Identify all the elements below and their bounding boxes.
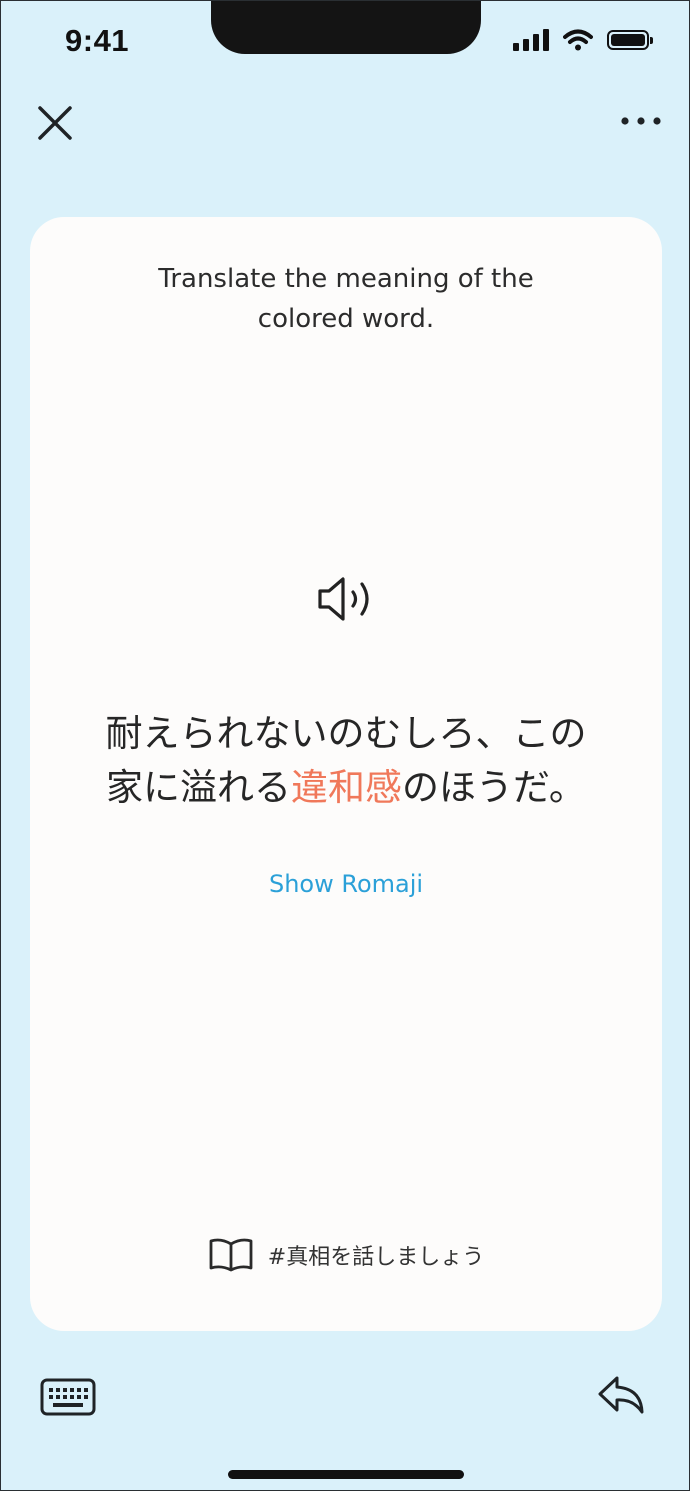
close-icon: [38, 106, 72, 140]
status-icons: [513, 29, 653, 51]
source-tag[interactable]: #真相を話しましょう: [30, 1237, 662, 1273]
exercise-card: Translate the meaning of the colored wor…: [30, 217, 662, 1331]
keyboard-icon: [40, 1378, 96, 1416]
keyboard-button[interactable]: [39, 1375, 97, 1419]
reply-icon: [598, 1376, 644, 1414]
sentence-line-1: 耐えられないのむしろ、この: [105, 712, 587, 755]
show-romaji-link[interactable]: Show Romaji: [30, 870, 662, 898]
status-time: 9:41: [65, 23, 130, 58]
instruction-text: Translate the meaning of the colored wor…: [158, 264, 534, 334]
speaker-icon: [318, 577, 369, 621]
undo-button[interactable]: [595, 1371, 647, 1419]
close-button[interactable]: [31, 99, 79, 147]
device-notch: [211, 1, 481, 54]
more-options-button[interactable]: [617, 101, 665, 141]
more-horizontal-icon: [621, 117, 661, 125]
play-audio-button[interactable]: [312, 569, 382, 629]
sentence-text-before: 家に溢れる: [106, 766, 292, 809]
source-label: #真相を話しましょう: [267, 1245, 485, 1270]
wifi-icon: [563, 29, 593, 51]
book-icon: [209, 1238, 253, 1272]
sentence-line-2: 家に溢れる違和感のほうだ。: [30, 761, 662, 815]
screen: 9:41 Translate the meaning of the colore…: [0, 0, 690, 1491]
battery-icon: [607, 30, 653, 50]
highlighted-word[interactable]: 違和感: [291, 766, 402, 809]
cellular-signal-icon: [513, 29, 549, 51]
japanese-sentence: 耐えられないのむしろ、この 家に溢れる違和感のほうだ。: [30, 707, 662, 815]
home-indicator: [228, 1470, 464, 1479]
sentence-text-after: のほうだ。: [402, 766, 586, 809]
